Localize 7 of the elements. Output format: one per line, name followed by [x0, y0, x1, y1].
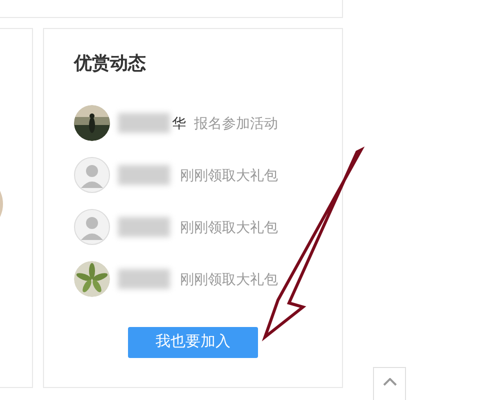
join-button[interactable]: 我也要加入	[128, 327, 258, 358]
user-name: 华	[172, 114, 186, 132]
activity-text: 刚刚领取大礼包	[180, 218, 278, 236]
activity-text: 报名参加活动	[194, 114, 278, 132]
activity-text: 刚刚领取大礼包	[180, 166, 278, 184]
panel-title: 优赏动态	[74, 52, 147, 75]
activity-text: 刚刚领取大礼包	[180, 270, 278, 288]
